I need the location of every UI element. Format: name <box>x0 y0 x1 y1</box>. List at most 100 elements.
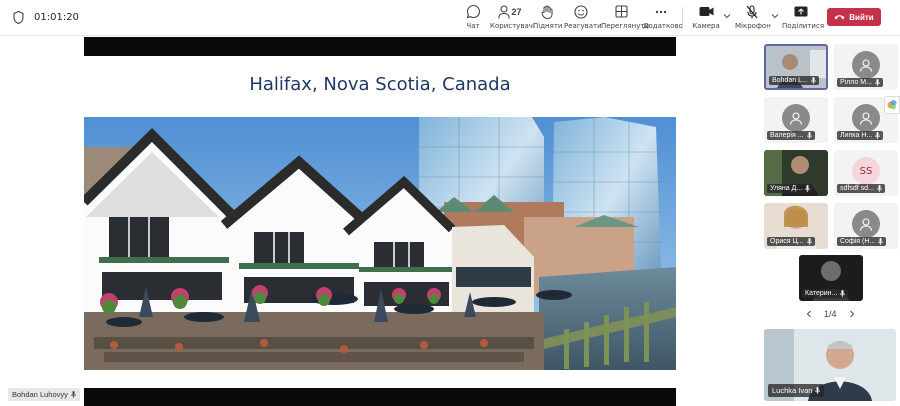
chat-button[interactable]: Чат <box>461 3 485 33</box>
participant-name-tag: Орися Ц... <box>767 237 815 246</box>
view-label: Переглянути <box>601 22 650 30</box>
microphone-label: Мікрофон <box>735 22 771 30</box>
people-count: 27 <box>511 6 522 17</box>
emoji-icon <box>574 4 588 19</box>
participant-name: Орися Ц... <box>770 238 804 245</box>
react-label: Реагувати <box>564 22 602 30</box>
participant-name: Липка Н... <box>840 132 873 139</box>
participant-name-tag: sdfsdf sd... <box>837 184 885 193</box>
shared-screen: Halifax, Nova Scotia, Canada <box>0 37 760 406</box>
participant-name-tag: Bohdan L... <box>769 76 819 85</box>
slide-photo-halifax-waterfront <box>84 117 676 370</box>
microphone-muted-icon <box>746 4 758 18</box>
hand-icon <box>541 5 553 19</box>
microphone-icon <box>805 185 810 192</box>
participant-tile[interactable]: Софія (Н... <box>834 203 898 249</box>
camera-icon <box>699 7 713 16</box>
participant-name: Катерин... <box>805 290 838 297</box>
participant-name: Рілло М... <box>840 79 872 86</box>
participant-name-tag: Валерія ... <box>767 131 815 140</box>
participant-tile[interactable]: Катерин... <box>799 255 863 301</box>
raise-hand-button[interactable]: Підняти <box>533 3 563 33</box>
avatar-initials: SS <box>859 165 873 177</box>
participant-tile[interactable]: Уляна Д... <box>764 150 828 196</box>
grid-view-icon <box>614 5 628 18</box>
camera-options-chevron-down-icon[interactable] <box>723 12 731 20</box>
participant-name-tag: Липка Н... <box>837 131 884 140</box>
participant-name: sdfsdf sd... <box>840 185 874 192</box>
chevron-right-icon[interactable] <box>849 310 855 318</box>
camera-button[interactable]: Камера <box>692 3 720 33</box>
participant-tile[interactable]: Bohdan L... <box>764 44 828 90</box>
page-indicator: 1/4 <box>824 309 837 319</box>
raise-hand-label: Підняти <box>533 22 563 30</box>
camera-label: Камера <box>692 22 720 30</box>
participant-name: Luchka Ivan <box>772 386 813 395</box>
microphone-icon <box>875 79 880 86</box>
view-button[interactable]: Переглянути <box>601 3 650 33</box>
person-icon <box>859 112 873 125</box>
participant-name-tag: Софія (Н... <box>837 237 887 246</box>
presentation-slide: Halifax, Nova Scotia, Canada <box>84 37 676 406</box>
microphone-icon <box>840 290 846 297</box>
avatar <box>852 51 880 79</box>
participant-name: Валерія ... <box>770 132 804 139</box>
people-label: Користувачі <box>490 22 535 30</box>
microphone-icon <box>810 77 816 84</box>
meeting-timer: 01:01:20 <box>34 12 79 23</box>
participant-tile[interactable]: Валерія ... <box>764 97 828 143</box>
gallery-pagination: 1/4 <box>806 309 855 319</box>
hang-up-icon <box>834 15 845 20</box>
letterbox-top <box>84 37 676 56</box>
participant-name-tag: Рілло М... <box>837 78 883 87</box>
participant-name: Софія (Н... <box>840 238 876 245</box>
share-button[interactable]: Поділитися <box>782 3 825 33</box>
participant-name: Уляна Д... <box>770 185 803 192</box>
participant-tile[interactable]: SS sdfsdf sd... <box>834 150 898 196</box>
participant-name-tag: Luchka Ivan <box>768 384 825 397</box>
participant-name-tag: Уляна Д... <box>767 184 814 193</box>
person-icon <box>859 218 873 231</box>
microphone-icon <box>71 391 76 398</box>
chevron-left-icon[interactable] <box>806 310 812 318</box>
microphone-icon <box>806 238 812 245</box>
participant-name: Bohdan L... <box>772 77 808 84</box>
toolbar-divider <box>682 7 683 29</box>
microphone-icon <box>806 132 812 139</box>
more-label: Додатково <box>643 22 683 30</box>
more-icon <box>655 10 667 13</box>
share-screen-icon <box>794 6 808 16</box>
microphone-icon <box>877 185 882 192</box>
avatar: SS <box>852 157 880 185</box>
more-button[interactable]: Додатково <box>643 3 683 33</box>
copilot-side-icon[interactable] <box>884 96 900 114</box>
avatar <box>852 104 880 132</box>
participant-tile[interactable]: Орися Ц... <box>764 203 828 249</box>
leave-label: Вийти <box>849 12 874 22</box>
microphone-icon <box>878 238 884 245</box>
presenter-name-tag: Bohdan Luhovyy <box>8 388 80 401</box>
presenter-name: Bohdan Luhovyy <box>12 390 68 399</box>
shield-icon <box>13 11 24 24</box>
meeting-toolbar: 01:01:20 Чат 27 Користувачі Підняти Реаг… <box>0 0 900 36</box>
share-label: Поділитися <box>782 22 825 30</box>
person-icon <box>789 112 803 125</box>
people-icon <box>498 4 511 19</box>
avatar <box>782 104 810 132</box>
microphone-button[interactable]: Мікрофон <box>735 3 771 33</box>
chat-label: Чат <box>466 22 480 30</box>
microphone-options-chevron-down-icon[interactable] <box>771 12 779 20</box>
react-button[interactable]: Реагувати <box>564 3 602 33</box>
person-icon <box>859 59 873 72</box>
participant-name-tag: Катерин... <box>802 289 849 298</box>
participant-tile[interactable]: Рілло М... <box>834 44 898 90</box>
microphone-icon <box>815 387 821 394</box>
chat-icon <box>466 4 480 19</box>
people-button[interactable]: 27 Користувачі <box>490 3 535 33</box>
microphone-icon <box>875 132 881 139</box>
slide-title: Halifax, Nova Scotia, Canada <box>249 74 511 95</box>
letterbox-bottom <box>84 388 676 406</box>
leave-button[interactable]: Вийти <box>827 8 881 26</box>
featured-participant-tile[interactable]: Luchka Ivan <box>764 329 896 401</box>
avatar <box>852 210 880 238</box>
